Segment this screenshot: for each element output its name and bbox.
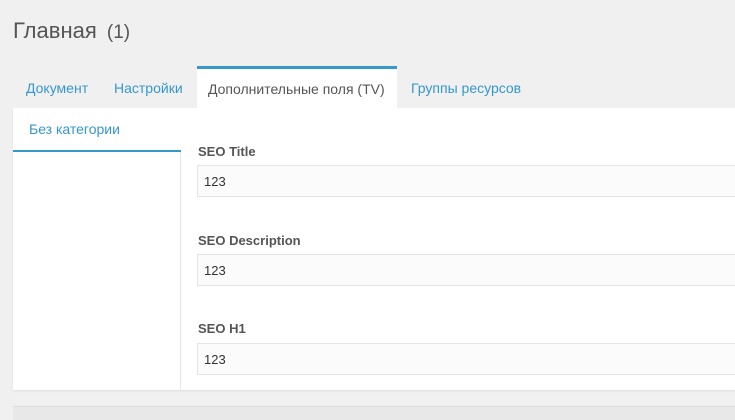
tab-document[interactable]: Документ bbox=[13, 66, 101, 108]
seo-title-input[interactable] bbox=[197, 165, 735, 197]
bottom-panel-edge bbox=[13, 406, 735, 420]
category-tab-uncategorized[interactable]: Без категории bbox=[13, 108, 181, 152]
page-title-text: Главная bbox=[13, 18, 97, 43]
page-title: Главная (1) bbox=[13, 18, 130, 44]
category-tabs: Без категории bbox=[13, 108, 181, 390]
tab-resource-groups[interactable]: Группы ресурсов bbox=[399, 66, 533, 108]
seo-title-label: SEO Title bbox=[198, 144, 256, 159]
seo-description-input[interactable] bbox=[197, 254, 735, 286]
tab-settings[interactable]: Настройки bbox=[101, 66, 196, 108]
page-title-count: (1) bbox=[106, 22, 131, 43]
seo-h1-label: SEO H1 bbox=[198, 321, 246, 336]
tv-panel: Без категории SEO Title SEO Description … bbox=[13, 108, 735, 390]
tab-template-variables[interactable]: Дополнительные поля (TV) bbox=[197, 66, 397, 109]
resource-tabs: Документ Настройки Дополнительные поля (… bbox=[13, 66, 735, 109]
seo-description-label: SEO Description bbox=[198, 233, 301, 248]
seo-h1-input[interactable] bbox=[197, 343, 735, 375]
